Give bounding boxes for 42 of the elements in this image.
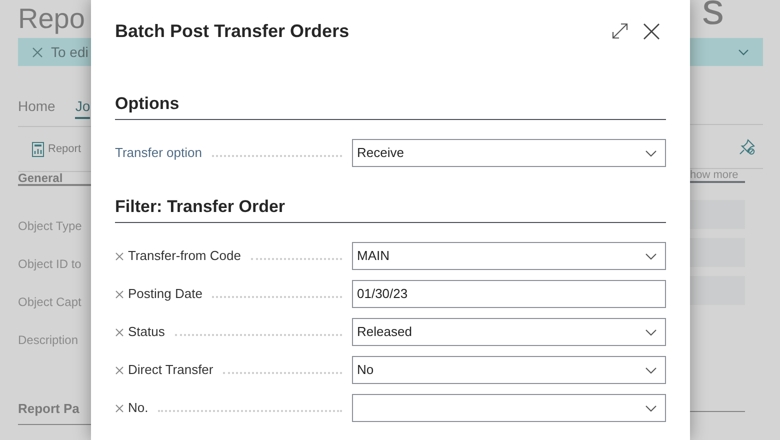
dropdown-field[interactable] — [352, 394, 666, 422]
dropdown-field[interactable]: MAIN — [352, 242, 666, 270]
chevron-down-icon — [645, 404, 657, 412]
field-label: Object Type — [18, 218, 83, 235]
remove-filter-icon[interactable] — [115, 328, 124, 336]
remove-filter-icon[interactable] — [115, 404, 124, 412]
expand-icon[interactable] — [612, 23, 628, 39]
chevron-down-icon — [645, 252, 657, 260]
field-label: Direct Transfer — [128, 361, 214, 380]
field-label: Transfer option — [115, 144, 202, 162]
section-heading: Filter: Transfer Order — [115, 196, 286, 218]
dropdown-field[interactable]: No — [352, 356, 666, 384]
section-heading: Report Pa — [18, 400, 80, 418]
field-value-box — [690, 200, 745, 229]
close-icon[interactable] — [643, 22, 660, 40]
field-label: Object ID to — [18, 256, 82, 273]
field-value-box — [690, 238, 745, 267]
pin-icon[interactable] — [739, 138, 755, 154]
field-label: Transfer-from Code — [128, 247, 241, 266]
page-title: s — [702, 0, 725, 36]
field-label: Description — [18, 332, 80, 349]
dropdown-field[interactable]: Receive — [352, 139, 666, 167]
field-label: No. — [128, 399, 148, 418]
section-heading: General — [18, 172, 63, 184]
chevron-down-icon[interactable] — [738, 48, 749, 56]
remove-filter-icon[interactable] — [115, 290, 124, 298]
field-label: Posting Date — [128, 285, 202, 304]
banner-text: To edi — [51, 42, 88, 62]
remove-filter-icon[interactable] — [115, 366, 124, 374]
chevron-down-icon — [645, 366, 657, 374]
chevron-down-icon — [645, 150, 657, 156]
field-label: Status — [128, 323, 165, 342]
page-title: Repo — [18, 2, 86, 36]
chevron-down-icon — [645, 328, 657, 336]
dialog-title: Batch Post Transfer Orders — [115, 20, 350, 42]
report-icon — [32, 142, 44, 156]
section-heading: Options — [115, 93, 180, 115]
field-value-box — [690, 276, 745, 305]
input-field[interactable]: 01/30/23 — [352, 280, 666, 308]
dropdown-field[interactable]: Released — [352, 318, 666, 346]
remove-filter-icon[interactable] — [115, 252, 124, 260]
field-label: Object Capt — [18, 294, 82, 311]
